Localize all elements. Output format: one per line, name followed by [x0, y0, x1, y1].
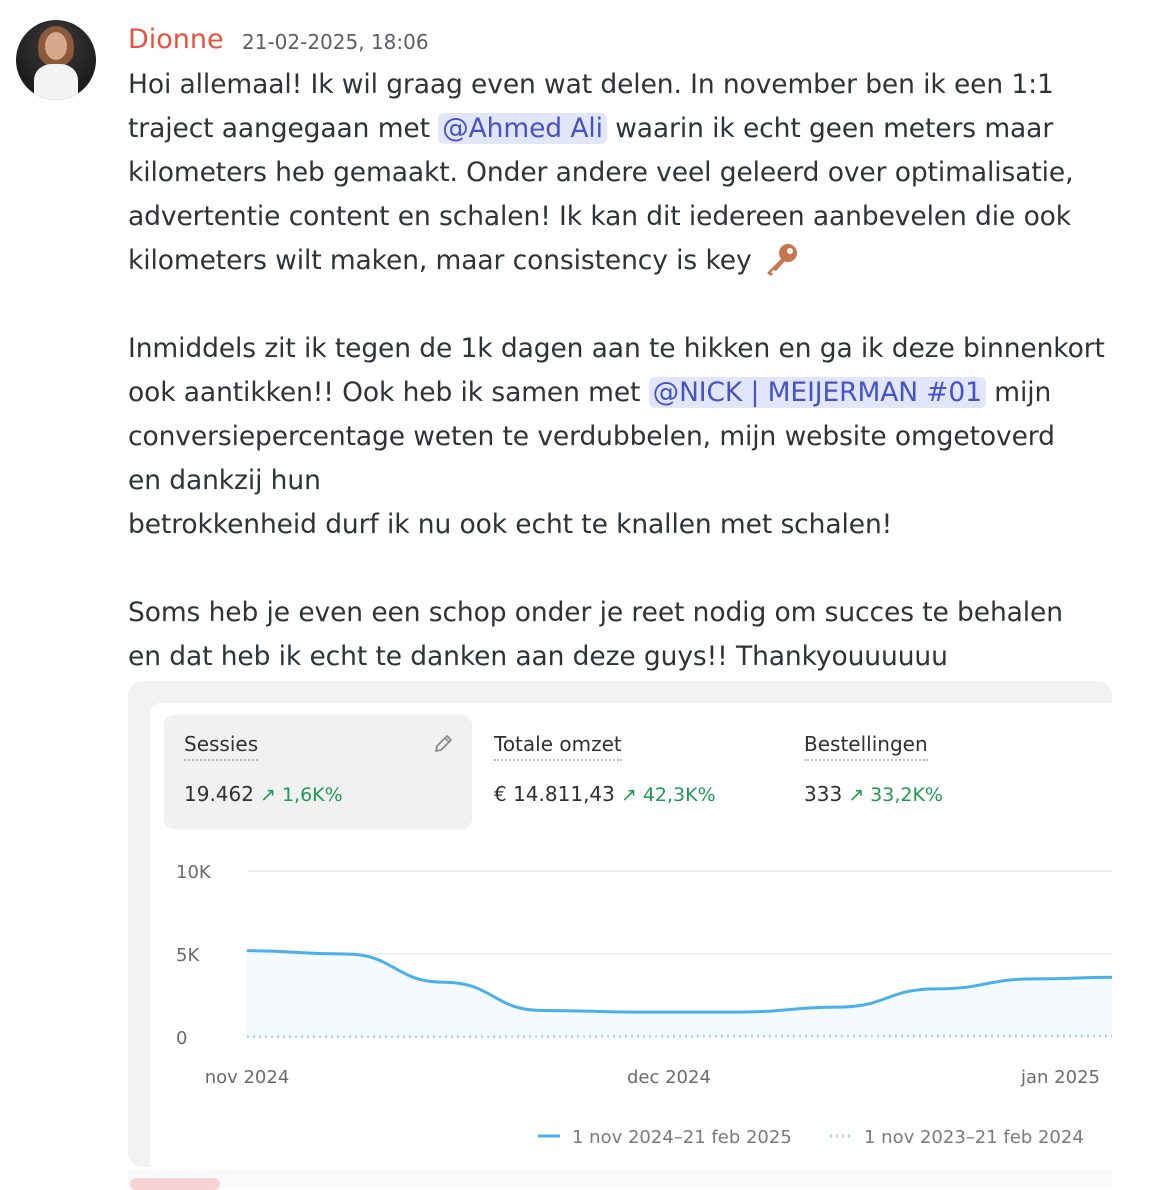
x-tick-label: nov 2024 — [205, 1067, 290, 1088]
reaction-bar — [128, 1170, 1112, 1186]
x-tick-label: dec 2024 — [627, 1067, 711, 1088]
message-body: Hoi allemaal! Ik wil graag even wat dele… — [128, 63, 1128, 679]
message-line: en dankzij hun — [128, 465, 321, 496]
legend-label: 1 nov 2023–21 feb 2024 — [864, 1127, 1084, 1148]
key-icon — [766, 244, 797, 276]
message-line: conversiepercentage weten te verdubbelen… — [128, 421, 1055, 452]
legend-label: 1 nov 2024–21 feb 2025 — [572, 1127, 792, 1148]
reaction-pill[interactable] — [130, 1178, 220, 1190]
user-avatar[interactable] — [16, 20, 96, 100]
x-tick-label: jan 2025 — [1020, 1067, 1100, 1088]
message-line: waarin ik echt geen meters maar — [606, 113, 1054, 144]
mention-nick-meijerman[interactable]: @NICK | MEIJERMAN #01 — [648, 377, 986, 408]
message-line: traject aangegaan met — [128, 113, 439, 144]
message-line: en dat heb ik echt te danken aan deze gu… — [128, 641, 948, 672]
sessions-line-chart: 10K 5K 0 nov 2024 dec 2024 jan 2025 1 nov 2024… — [176, 862, 1112, 1148]
message-line: mijn — [985, 377, 1052, 408]
message-line: Inmiddels zit ik tegen de 1k dagen aan t… — [128, 333, 1105, 364]
avatar-shirt — [34, 64, 78, 100]
message-line: kilometers heb gemaakt. Onder andere vee… — [128, 157, 1074, 188]
message-line: advertentie content en schalen! Ik kan d… — [128, 201, 1072, 232]
message-timestamp: 21-02-2025, 18:06 — [242, 30, 429, 54]
mention-ahmed-ali[interactable]: @Ahmed Ali — [438, 113, 607, 144]
message-line: Soms heb je even een schop onder je reet… — [128, 597, 1063, 628]
message-line: kilometers wilt maken, maar consistency … — [128, 245, 760, 276]
message-line: betrokkenheid durf ik nu ook echt te kna… — [128, 509, 893, 540]
author-name[interactable]: Dionne — [128, 22, 224, 58]
analytics-panel: Sessies 19.462 ↗ 1,6K% Totale omzet € 14.… — [150, 703, 1112, 1167]
series-area-fill — [247, 950, 1112, 1037]
message-line: Hoi allemaal! Ik wil graag even wat dele… — [128, 69, 1054, 100]
message-line: ook aantikken!! Ook heb ik samen met — [128, 377, 649, 408]
y-tick-label: 0 — [176, 1028, 187, 1049]
image-attachment[interactable]: Sessies 19.462 ↗ 1,6K% Totale omzet € 14.… — [128, 681, 1112, 1167]
chat-message: Dionne 21-02-2025, 18:06 Hoi allemaal! I… — [0, 0, 1160, 1190]
y-tick-label: 5K — [176, 945, 200, 966]
y-tick-label: 10K — [176, 862, 212, 883]
avatar-face — [45, 32, 67, 60]
